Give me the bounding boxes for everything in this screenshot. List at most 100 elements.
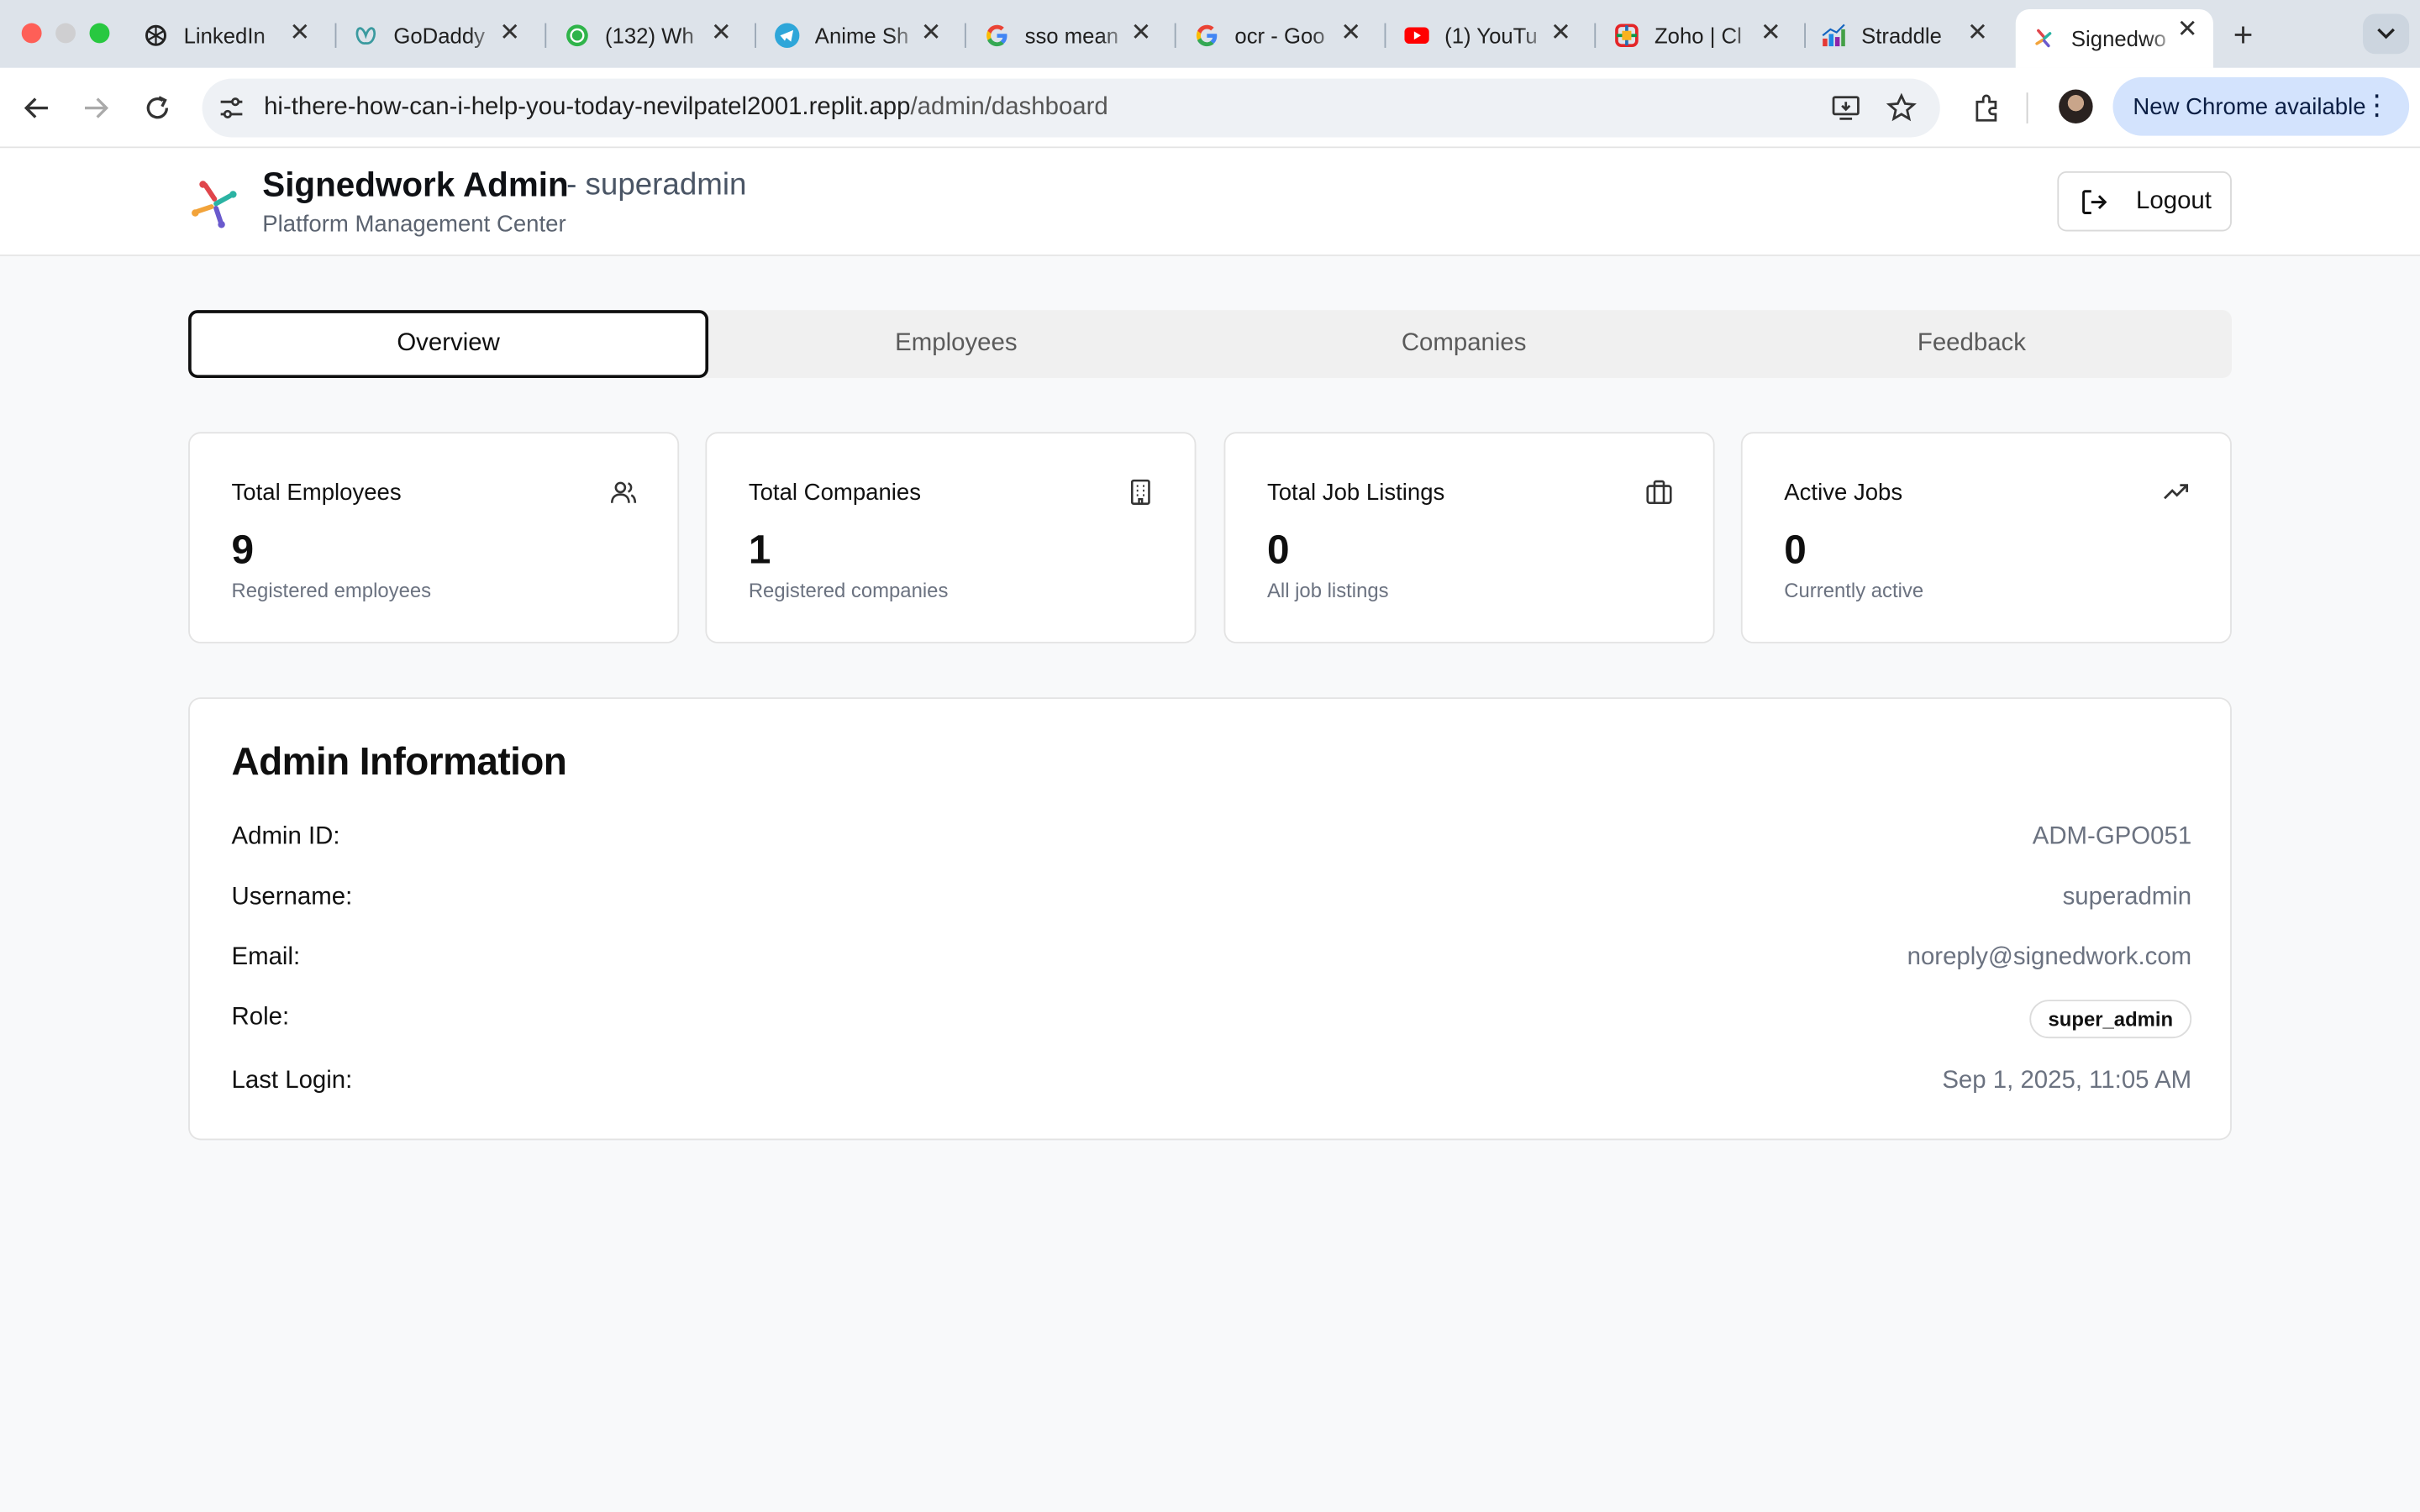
logout-label: Logout	[2136, 187, 2212, 214]
close-tab-icon[interactable]: ✕	[1967, 21, 1988, 46]
tab-employees[interactable]: Employees	[696, 310, 1216, 378]
role-row: Role: super_admin	[231, 1000, 2192, 1042]
browser-tab[interactable]: Zoho | Cl ✕	[1599, 13, 1797, 59]
logout-icon	[2082, 189, 2107, 214]
chart-icon	[1821, 24, 1845, 48]
signedwork-icon	[2031, 26, 2055, 50]
tab-title: LinkedIn	[183, 23, 266, 48]
bookmark-star-icon[interactable]	[1886, 92, 1917, 123]
browser-tab[interactable]: sso mean ✕	[969, 13, 1166, 59]
stat-value: 0	[1784, 526, 1807, 573]
building-icon	[1130, 479, 1150, 505]
email-row: Email: noreply@signedwork.com	[232, 944, 2192, 981]
row-label: Email:	[231, 944, 301, 971]
tab-overview[interactable]: Overview	[188, 310, 709, 379]
browser-tab[interactable]: GoDaddy ✕	[338, 13, 535, 59]
reload-icon[interactable]	[140, 91, 174, 124]
row-label: Admin ID:	[231, 823, 340, 851]
browser-tab[interactable]: ocr - Goo ✕	[1179, 13, 1376, 59]
tab-divider	[1174, 23, 1176, 48]
tab-divider	[334, 23, 337, 48]
tab-divider	[755, 23, 757, 48]
trending-up-icon	[2164, 484, 2189, 500]
close-tab-icon[interactable]: ✕	[290, 21, 311, 46]
tab-title: Anime Sh	[814, 23, 909, 48]
stat-title: Total Companies	[748, 480, 922, 507]
admin-information-card: Admin Information Admin ID: ADM-GPO051 U…	[188, 697, 2232, 1141]
tab-divider	[1594, 23, 1597, 48]
address-bar[interactable]: hi-there-how-can-i-help-you-today-nevilp…	[202, 78, 1940, 138]
more-menu-icon[interactable]: ⋮	[2363, 90, 2391, 123]
browser-toolbar: hi-there-how-can-i-help-you-today-nevilp…	[0, 67, 2420, 149]
role-badge: super_admin	[2029, 1000, 2192, 1039]
close-tab-icon[interactable]: ✕	[921, 21, 942, 46]
url-host: hi-there-how-can-i-help-you-today-nevilp…	[264, 94, 911, 121]
stat-title: Total Employees	[231, 480, 402, 507]
tab-companies[interactable]: Companies	[1204, 310, 1724, 378]
browser-tab[interactable]: Straddle ✕	[1806, 13, 2003, 59]
url-text: hi-there-how-can-i-help-you-today-nevilp…	[264, 94, 1108, 122]
chrome-update-button[interactable]: New Chrome available ⋮	[2112, 76, 2410, 136]
tab-divider	[544, 23, 547, 48]
logout-button[interactable]: Logout	[2057, 171, 2232, 232]
tab-divider	[1384, 23, 1386, 48]
close-window-button[interactable]	[21, 23, 42, 44]
godaddy-icon	[354, 24, 378, 48]
app-subtitle: Platform Management Center	[262, 211, 566, 238]
close-tab-icon[interactable]: ✕	[1340, 21, 1361, 46]
tab-feedback[interactable]: Feedback	[1712, 310, 2232, 378]
zoho-icon	[1614, 24, 1639, 48]
browser-tab[interactable]: Anime Sh ✕	[760, 13, 957, 59]
telegram-icon	[775, 23, 800, 48]
chrome-update-label: New Chrome available	[2133, 93, 2366, 120]
section-title: Admin Information	[231, 740, 567, 785]
profile-avatar[interactable]	[2059, 89, 2093, 123]
email-value: noreply@signedwork.com	[1907, 944, 2192, 971]
close-tab-icon[interactable]: ✕	[711, 21, 732, 46]
tab-title: Signedwo	[2070, 26, 2166, 51]
browser-tabstrip: LinkedIn ✕ GoDaddy ✕ (132) Wh ✕ Anime Sh	[0, 0, 2420, 68]
browser-tab[interactable]: (132) Wh ✕	[550, 13, 747, 59]
username-row: Username: superadmin	[232, 884, 2192, 921]
close-tab-icon[interactable]: ✕	[2177, 18, 2198, 43]
stat-subtitle: Currently active	[1784, 578, 1924, 602]
close-tab-icon[interactable]: ✕	[1131, 21, 1152, 46]
row-label: Last Login:	[231, 1068, 353, 1095]
close-tab-icon[interactable]: ✕	[1760, 21, 1781, 46]
stat-subtitle: Registered companies	[748, 578, 949, 602]
tab-search-button[interactable]	[2363, 13, 2410, 55]
whatsapp-icon	[565, 24, 589, 48]
forward-icon[interactable]	[79, 91, 113, 124]
new-tab-icon[interactable]: +	[2233, 15, 2254, 55]
extensions-icon[interactable]	[1970, 91, 2003, 124]
maximize-window-button[interactable]	[89, 23, 110, 44]
minimize-window-button[interactable]	[55, 23, 76, 44]
chevron-down-icon	[2377, 28, 2395, 39]
close-tab-icon[interactable]: ✕	[1550, 21, 1571, 46]
close-tab-icon[interactable]: ✕	[499, 21, 520, 46]
admin-id-value: ADM-GPO051	[2032, 823, 2192, 851]
stat-card-total-companies: Total Companies 1 Registered companies	[705, 432, 1197, 643]
stat-card-total-employees: Total Employees 9 Registered employees	[188, 432, 680, 643]
browser-tab[interactable]: (1) YouTu ✕	[1389, 13, 1586, 59]
app-title: Signedwork Admin	[262, 165, 569, 204]
toolbar-divider	[2026, 92, 2028, 123]
tab-title: Straddle	[1861, 23, 1942, 48]
site-info-icon[interactable]	[216, 92, 247, 123]
last-login-value: Sep 1, 2025, 11:05 AM	[1942, 1068, 2192, 1095]
youtube-icon	[1404, 24, 1429, 48]
username-value: superadmin	[2062, 884, 2192, 911]
row-label: Role:	[231, 1004, 290, 1031]
google-icon	[1195, 24, 1219, 48]
last-login-row: Last Login: Sep 1, 2025, 11:05 AM	[232, 1068, 2192, 1105]
browser-tab-active[interactable]: Signedwo ✕	[2015, 9, 2213, 68]
tab-divider	[964, 23, 966, 48]
dashboard-tabs: Overview Employees Companies Feedback	[188, 310, 2232, 379]
stat-card-active-jobs: Active Jobs 0 Currently active	[1740, 432, 2232, 643]
back-icon[interactable]	[20, 91, 54, 124]
browser-tab[interactable]: LinkedIn ✕	[128, 13, 325, 59]
tab-title: (132) Wh	[605, 23, 694, 48]
current-user-label: - superadmin	[566, 168, 747, 202]
install-app-icon[interactable]	[1830, 92, 1861, 123]
users-icon	[610, 481, 637, 503]
